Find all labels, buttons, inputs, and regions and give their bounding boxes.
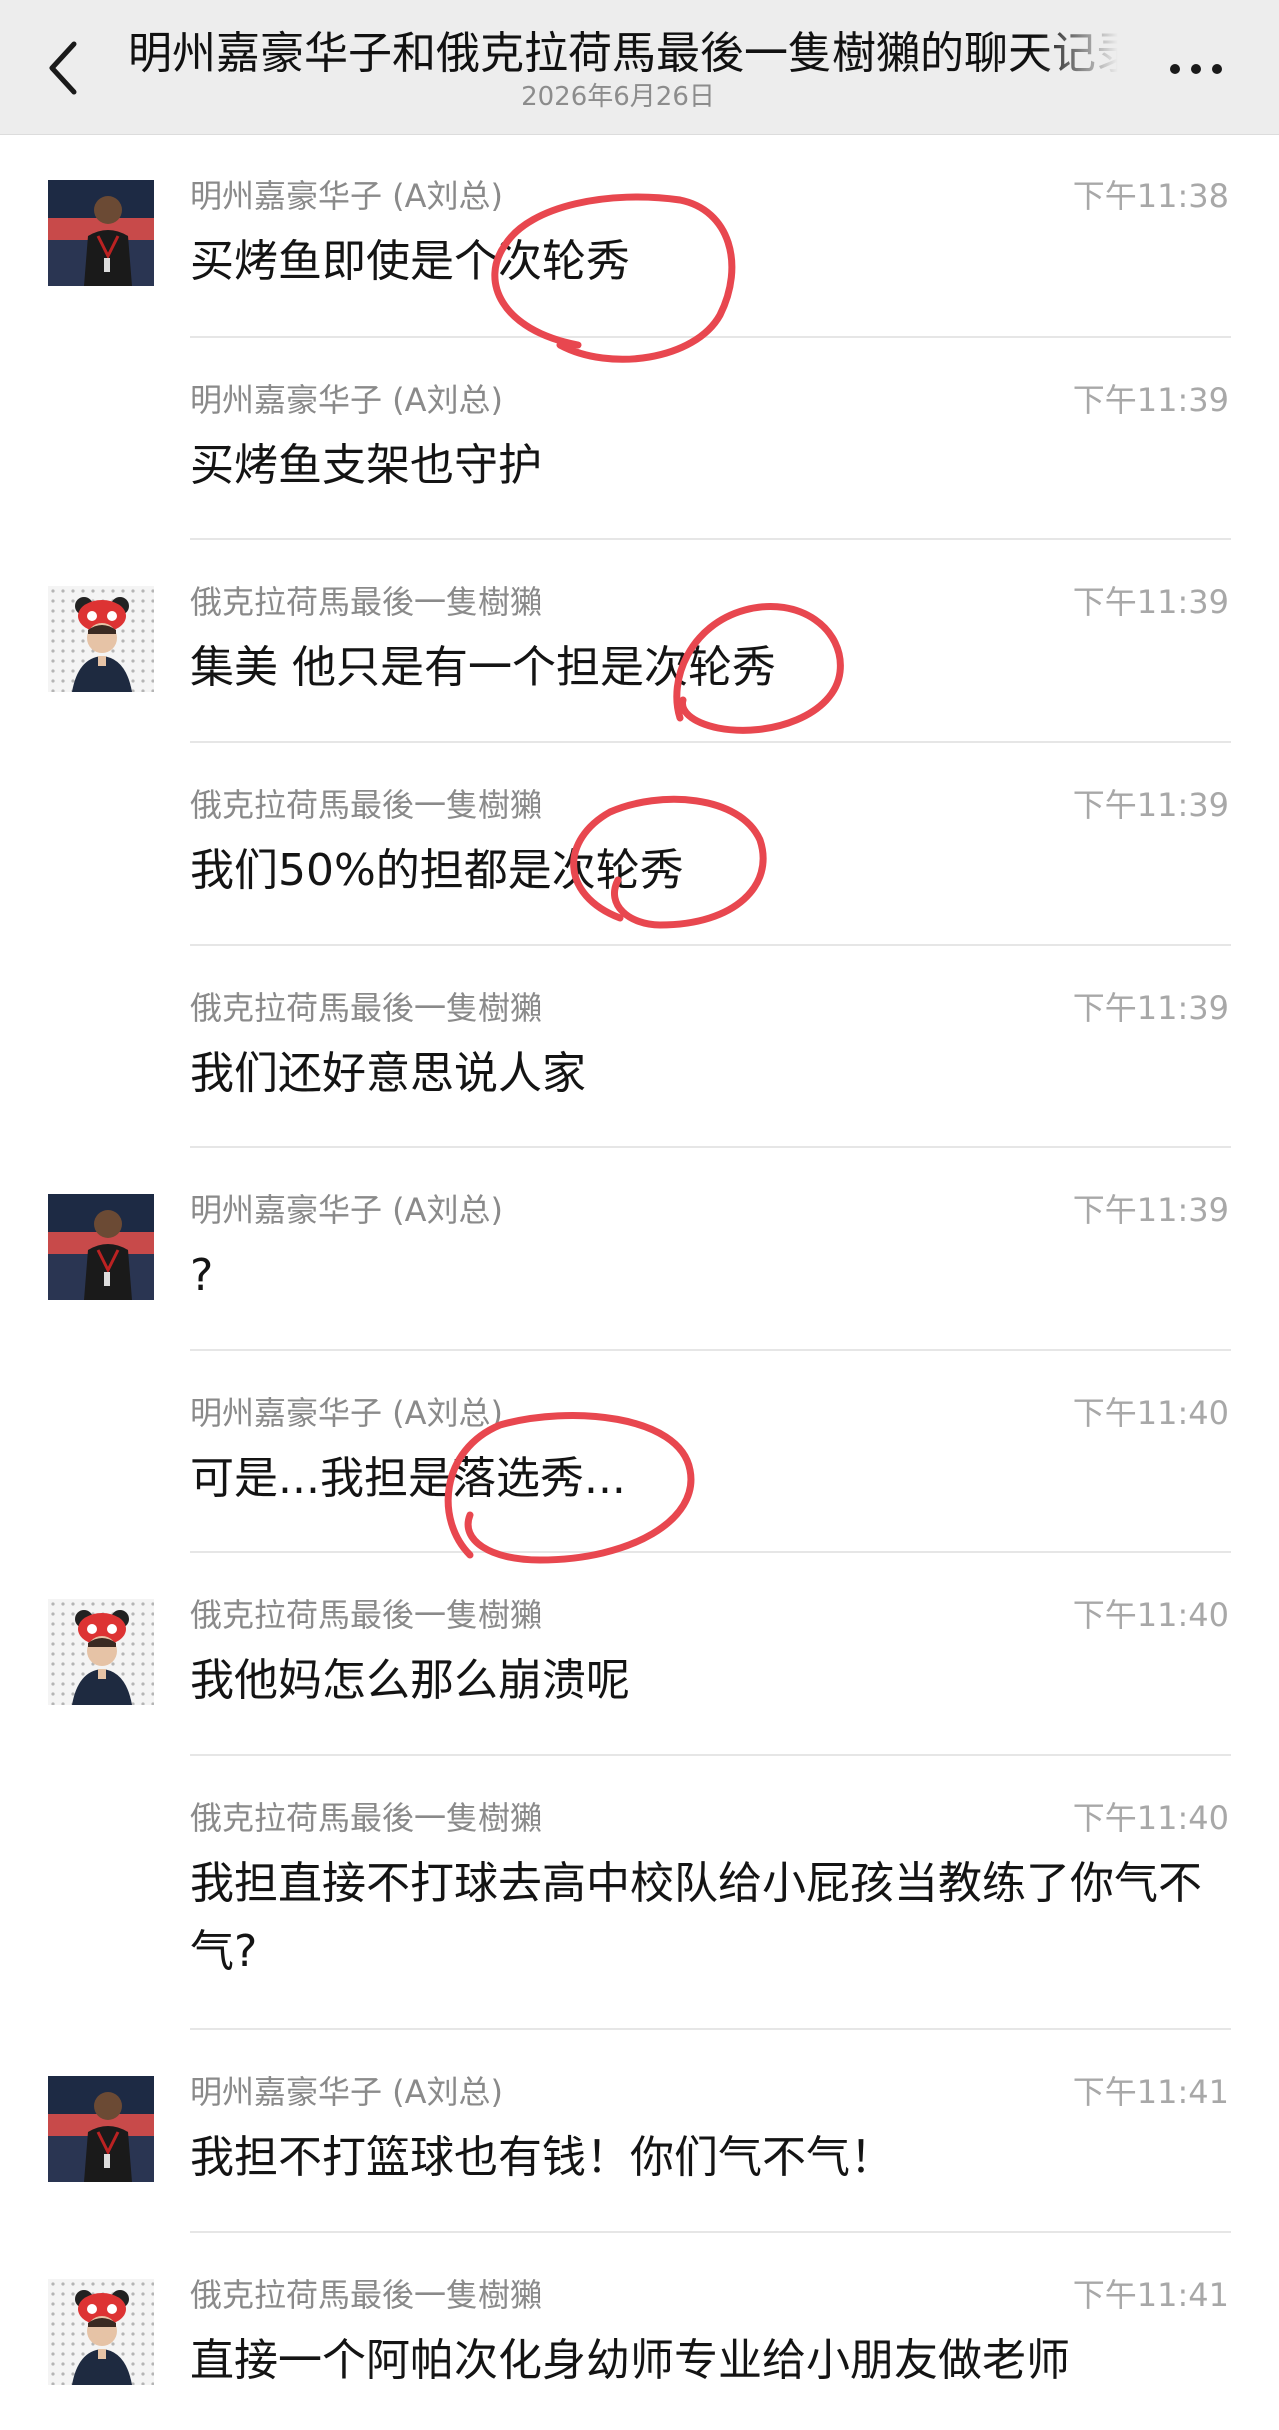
message-item: 俄克拉荷馬最後一隻樹獺 下午11:39 我们50%的担都是次轮秀 <box>0 743 1279 946</box>
message-item: 俄克拉荷馬最後一隻樹獺 下午11:40 我担直接不打球去高中校队给小屁孩当教练了… <box>0 1756 1279 2030</box>
message-text[interactable]: 我担直接不打球去高中校队给小屁孩当教练了你气不气? <box>190 1850 1240 1986</box>
message-time: 下午11:39 <box>1072 989 1229 1027</box>
message-text[interactable]: 可是...我担是落选秀... <box>190 1445 1240 1513</box>
message-item: 明州嘉豪华子 (A刘总) 下午11:41 我担不打篮球也有钱！你们气不气！ <box>0 2030 1279 2233</box>
message-time: 下午11:39 <box>1072 381 1229 419</box>
message-item: 明州嘉豪华子 (A刘总) 下午11:38 买烤鱼即使是个次轮秀 <box>0 134 1279 338</box>
message-time: 下午11:40 <box>1072 1394 1229 1432</box>
sender-name: 俄克拉荷馬最後一隻樹獺 <box>190 583 543 621</box>
sender-name: 明州嘉豪华子 (A刘总) <box>190 2073 504 2111</box>
chat-title: 明州嘉豪华子和俄克拉荷馬最後一隻樹獺的聊天记录 <box>128 28 1118 79</box>
avatar-basketball-player[interactable] <box>48 1194 154 1300</box>
message-item: 俄克拉荷馬最後一隻樹獺 下午11:39 集美 他只是有一个担是次轮秀 <box>0 540 1279 743</box>
sender-name: 俄克拉荷馬最後一隻樹獺 <box>190 1799 543 1837</box>
message-time: 下午11:39 <box>1072 583 1229 621</box>
chat-header: 明州嘉豪华子和俄克拉荷馬最後一隻樹獺的聊天记录 2026年6月26日 <box>0 0 1279 135</box>
more-horizontal-icon[interactable] <box>1168 54 1224 84</box>
message-text[interactable]: 买烤鱼即使是个次轮秀 <box>190 228 1240 296</box>
avatar-panda-hat[interactable] <box>48 586 154 692</box>
message-item: 俄克拉荷馬最後一隻樹獺 下午11:39 我们还好意思说人家 <box>0 946 1279 1148</box>
sender-name: 俄克拉荷馬最後一隻樹獺 <box>190 2276 543 2314</box>
message-text[interactable]: 我们还好意思说人家 <box>190 1040 1240 1108</box>
message-time: 下午11:41 <box>1072 2276 1229 2314</box>
message-item: 俄克拉荷馬最後一隻樹獺 下午11:41 直接一个阿帕次化身幼师专业给小朋友做老师 <box>0 2233 1279 2430</box>
message-text[interactable]: 我他妈怎么那么崩溃呢 <box>190 1647 1240 1715</box>
sender-name: 明州嘉豪华子 (A刘总) <box>190 1191 504 1229</box>
message-time: 下午11:39 <box>1072 786 1229 824</box>
message-text[interactable]: ? <box>190 1242 1240 1310</box>
message-time: 下午11:40 <box>1072 1596 1229 1634</box>
avatar-basketball-player[interactable] <box>48 180 154 286</box>
sender-name: 明州嘉豪华子 (A刘总) <box>190 381 504 419</box>
message-time: 下午11:41 <box>1072 2073 1229 2111</box>
message-item: 明州嘉豪华子 (A刘总) 下午11:39 买烤鱼支架也守护 <box>0 338 1279 540</box>
avatar-basketball-player[interactable] <box>48 2076 154 2182</box>
sender-name: 俄克拉荷馬最後一隻樹獺 <box>190 989 543 1027</box>
message-text[interactable]: 买烤鱼支架也守护 <box>190 432 1240 500</box>
message-time: 下午11:38 <box>1072 177 1229 215</box>
chat-date: 2026年6月26日 <box>521 82 715 112</box>
sender-name: 俄克拉荷馬最後一隻樹獺 <box>190 1596 543 1634</box>
message-text[interactable]: 我担不打篮球也有钱！你们气不气！ <box>190 2124 1240 2192</box>
avatar-panda-hat[interactable] <box>48 1599 154 1705</box>
message-time: 下午11:39 <box>1072 1191 1229 1229</box>
message-text[interactable]: 直接一个阿帕次化身幼师专业给小朋友做老师 <box>190 2327 1240 2395</box>
avatar-panda-hat[interactable] <box>48 2279 154 2385</box>
message-item: 俄克拉荷馬最後一隻樹獺 下午11:40 我他妈怎么那么崩溃呢 <box>0 1553 1279 1756</box>
message-text[interactable]: 我们50%的担都是次轮秀 <box>190 837 1240 905</box>
message-text[interactable]: 集美 他只是有一个担是次轮秀 <box>190 634 1240 702</box>
message-item: 明州嘉豪华子 (A刘总) 下午11:40 可是...我担是落选秀... <box>0 1351 1279 1553</box>
message-time: 下午11:40 <box>1072 1799 1229 1837</box>
sender-name: 俄克拉荷馬最後一隻樹獺 <box>190 786 543 824</box>
sender-name: 明州嘉豪华子 (A刘总) <box>190 177 504 215</box>
message-item: 明州嘉豪华子 (A刘总) 下午11:39 ? <box>0 1148 1279 1351</box>
sender-name: 明州嘉豪华子 (A刘总) <box>190 1394 504 1432</box>
